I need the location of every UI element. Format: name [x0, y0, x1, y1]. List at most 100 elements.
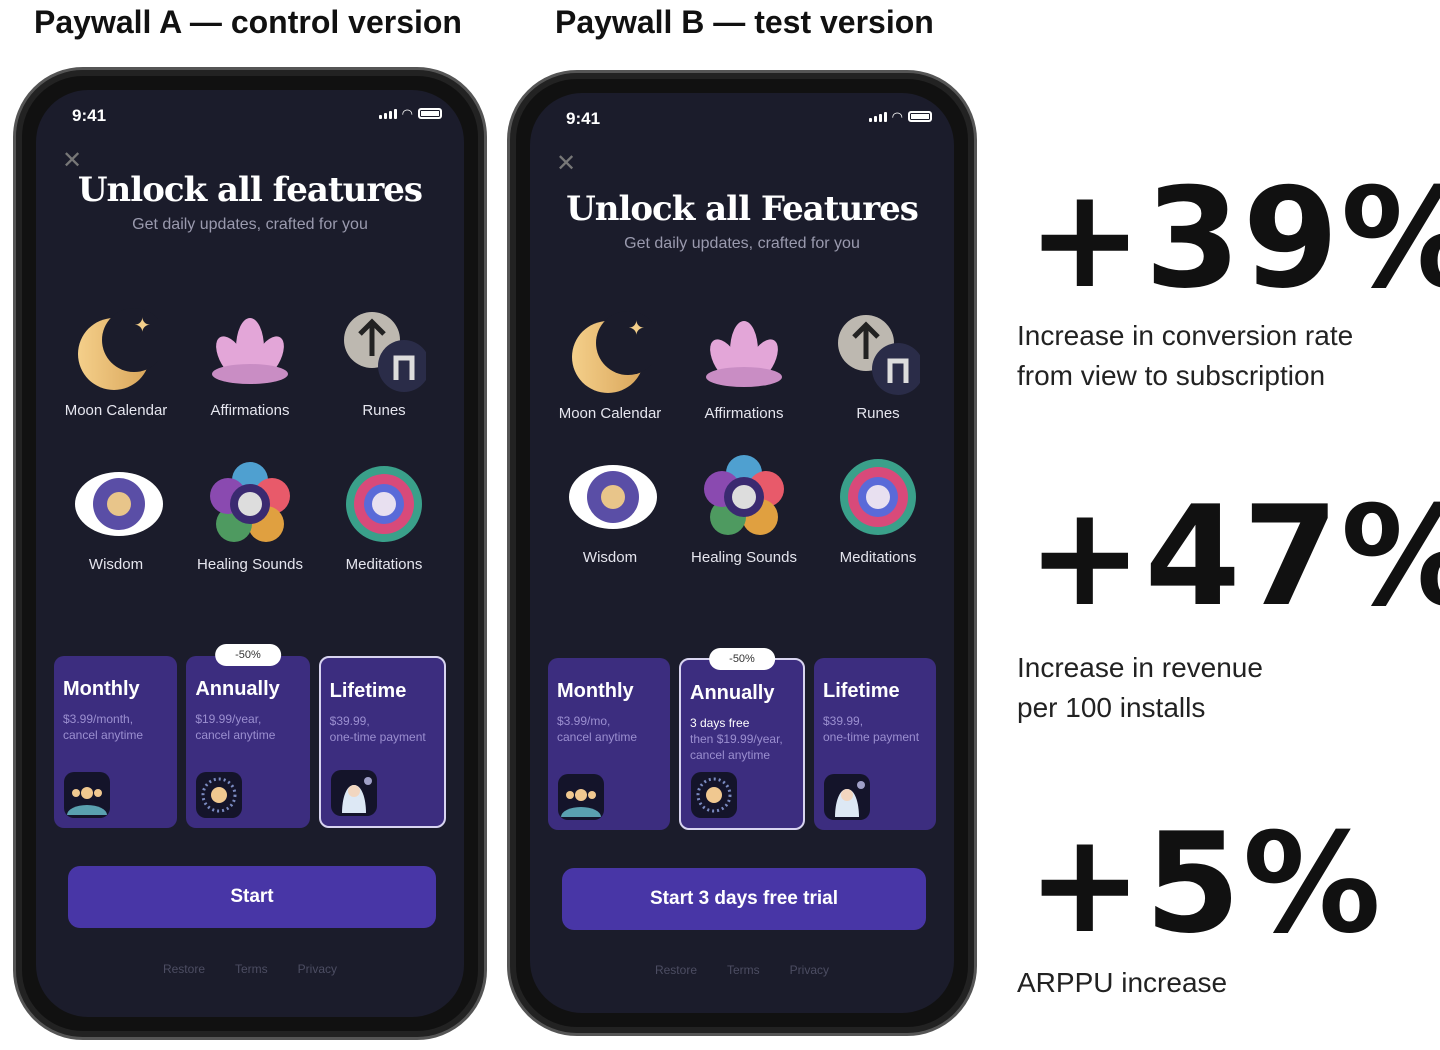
discount-badge: -50% [709, 648, 775, 670]
paywall-subtitle: Get daily updates, crafted for you [624, 235, 860, 252]
plan-monthly[interactable]: Monthly $3.99/month, cancel anytime [54, 656, 178, 828]
feature-eye: Wisdom [540, 455, 680, 566]
wifi-icon: ◠ [401, 106, 413, 121]
svg-text:✦: ✦ [628, 318, 645, 340]
plan-price-line: $19.99/year, [195, 712, 262, 726]
feature-label: Affirmations [210, 402, 290, 419]
feature-label: Healing Sounds [691, 549, 797, 566]
plan-description: $19.99/year, cancel anytime [195, 711, 300, 743]
plan-name: Annually [690, 682, 775, 704]
plan-illustration-icon [196, 772, 243, 818]
feature-label: Moon Calendar [558, 405, 662, 422]
paywall-title: Unlock all Features [566, 189, 919, 229]
moon-icon: ✦ [568, 311, 660, 395]
plan-options: Monthly $3.99/mo, cancel anytime -50% Annual… [548, 648, 936, 830]
moon-icon: ✦ [74, 308, 166, 392]
mandala-icon [342, 462, 426, 546]
plan-lifetime[interactable]: Lifetime $39.99, one-time payment [318, 656, 446, 828]
plan-illustration-icon [558, 774, 604, 820]
start-button[interactable]: Start [68, 866, 436, 928]
feature-eye: Wisdom [46, 462, 186, 573]
metric-revenue: +47% Increase in revenue per 100 install… [1017, 488, 1440, 728]
plan-description: $39.99, one-time payment [330, 713, 435, 745]
plan-price-line: cancel anytime [63, 728, 144, 742]
plan-illustration-icon [64, 772, 110, 818]
plan-name: Lifetime [329, 680, 407, 702]
paywall-subtitle: Get daily updates, crafted for you [132, 216, 368, 233]
paywall-screen: 9:41 ◠ ✕ Unlock all Features Get daily u… [530, 93, 954, 1013]
link-restore[interactable]: Restore [163, 962, 205, 976]
plan-lifetime[interactable]: Lifetime $39.99, one-time payment [814, 658, 936, 830]
link-privacy[interactable]: Privacy [298, 962, 337, 976]
footer-links: Restore Terms Privacy [36, 962, 464, 976]
plan-name: Monthly [557, 680, 634, 702]
plan-monthly[interactable]: Monthly $3.99/mo, cancel anytime [548, 658, 670, 830]
discount-badge: -50% [215, 644, 281, 666]
metric-conversion: +39% Increase in conversion rate from vi… [1017, 170, 1440, 396]
plan-price-line: cancel anytime [557, 730, 638, 744]
link-restore[interactable]: Restore [655, 963, 697, 977]
metric-value: +5% [1027, 803, 1383, 964]
feature-flower: Healing Sounds [180, 462, 320, 573]
phone-paywall-b: 9:41 ◠ ✕ Unlock all Features Get daily u… [507, 70, 977, 1036]
plan-name: Monthly [63, 678, 140, 700]
metric-desc: Increase in revenue [1017, 652, 1263, 683]
feature-label: Runes [362, 402, 406, 419]
feature-label: Runes [856, 405, 900, 422]
status-bar-icons: ◠ [868, 109, 932, 124]
plan-name: Annually [195, 678, 280, 700]
battery-icon [418, 108, 442, 119]
feature-mandala: Meditations [808, 455, 948, 566]
plan-description: $39.99, one-time payment [823, 713, 927, 745]
plan-annually[interactable]: -50% Annually 3 days free then $19.99/year,… [679, 648, 805, 830]
feature-label: Wisdom [88, 556, 144, 573]
heading-paywall-b: Paywall B — test version [555, 4, 934, 40]
paywall-title: Unlock all features [77, 170, 423, 210]
plan-price-line: one-time payment [823, 730, 920, 744]
flower-icon [702, 455, 786, 539]
start-button[interactable]: Start 3 days free trial [562, 868, 926, 930]
metric-desc: Increase in conversion rate [1017, 320, 1354, 351]
plan-annually[interactable]: -50% Annually $19.99/year, cancel anytime [186, 644, 310, 828]
paywall-screen: 9:41 ◠ ✕ Unlock all features Get daily u… [36, 90, 464, 1017]
metric-value: +39% [1027, 158, 1440, 319]
link-terms[interactable]: Terms [235, 962, 268, 976]
wifi-icon: ◠ [891, 109, 903, 124]
metric-desc: ARPPU increase [1017, 967, 1228, 998]
close-icon[interactable]: ✕ [556, 149, 576, 178]
feature-moon: ✦ Moon Calendar [540, 311, 680, 422]
feature-label: Meditations [839, 549, 917, 566]
plan-price-line: cancel anytime [195, 728, 276, 742]
feature-flower: Healing Sounds [674, 455, 814, 566]
runes-icon [836, 311, 924, 395]
lotus-icon [702, 311, 786, 395]
eye-icon [74, 462, 163, 546]
plan-price-line: $39.99, [329, 714, 370, 728]
status-time: 9:41 [566, 109, 601, 128]
plan-illustration-icon [691, 772, 737, 818]
feature-label: Moon Calendar [64, 402, 168, 419]
phone-paywall-a: 9:41 ◠ ✕ Unlock all features Get daily u… [13, 67, 487, 1040]
flower-icon [208, 462, 292, 546]
metric-desc: from view to subscription [1017, 360, 1326, 391]
feature-label: Meditations [345, 556, 423, 573]
feature-lotus: Affirmations [180, 308, 320, 419]
feature-label: Wisdom [582, 549, 638, 566]
feature-runes: Runes [314, 308, 454, 419]
plan-description: 3 days free then $19.99/year, cancel anyti… [690, 715, 794, 763]
svg-text:✦: ✦ [134, 315, 151, 337]
feature-label: Affirmations [704, 405, 784, 422]
footer-links: Restore Terms Privacy [530, 963, 954, 977]
mandala-icon [836, 455, 920, 539]
plan-price-line: $3.99/mo, [557, 714, 611, 728]
metric-desc: per 100 installs [1017, 692, 1206, 723]
metric-value: +47% [1027, 476, 1440, 637]
heading-paywall-a: Paywall A — control version [34, 4, 462, 40]
metric-arppu: +5% ARPPU increase [1017, 815, 1383, 1003]
link-terms[interactable]: Terms [727, 963, 760, 977]
plan-name: Lifetime [823, 680, 900, 702]
plan-description: $3.99/mo, cancel anytime [557, 713, 661, 745]
signal-icon [868, 112, 887, 122]
link-privacy[interactable]: Privacy [790, 963, 829, 977]
plan-price-line: $39.99, [823, 714, 864, 728]
